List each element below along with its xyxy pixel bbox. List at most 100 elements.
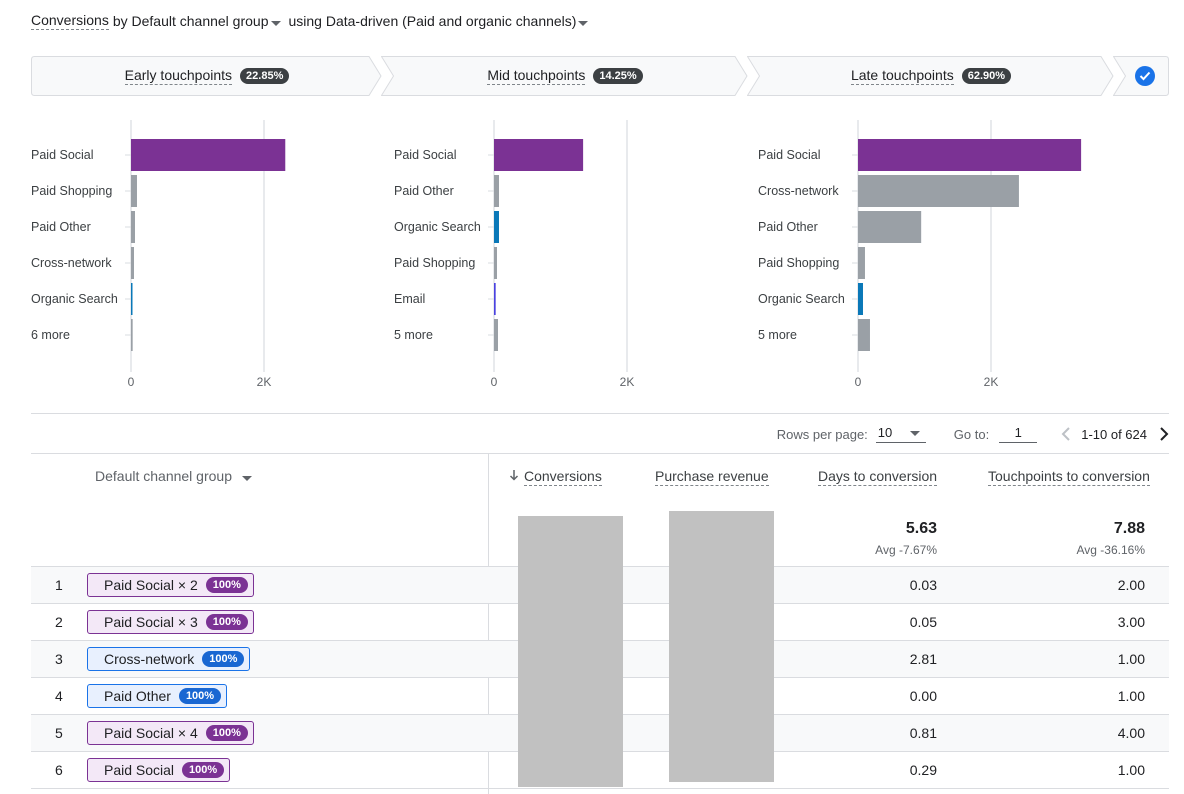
path-label: Paid Social	[104, 762, 175, 778]
category-label: 5 more	[394, 328, 433, 342]
bar-paid-other	[131, 211, 135, 243]
row-index: 1	[55, 577, 63, 593]
path-label: Cross-network	[104, 651, 195, 667]
x-tick-label: 2K	[620, 375, 635, 389]
path-chip[interactable]: Cross-network 100%	[87, 647, 251, 671]
days-cell: 0.81	[909, 725, 937, 741]
rows-per-page-select[interactable]: 10	[875, 425, 926, 443]
category-label: Paid Shopping	[758, 256, 839, 270]
sort-desc-icon	[509, 468, 519, 484]
path-chip[interactable]: Paid Social × 3 100%	[87, 610, 254, 634]
path-pct: 100%	[178, 688, 222, 704]
stage-mid-label: Mid touchpoints	[487, 67, 586, 85]
stage-early-pct: 22.85%	[240, 68, 290, 84]
category-label: Paid Shopping	[394, 256, 475, 270]
row-index: 3	[55, 651, 63, 667]
category-label: Email	[394, 292, 425, 306]
touchpoints-cell: 1.00	[1117, 762, 1145, 778]
category-label: Cross-network	[31, 256, 112, 270]
stage-late-pct: 62.90%	[961, 68, 1012, 84]
stage-mid[interactable]: Mid touchpoints 14.25%	[381, 56, 749, 96]
stage-early[interactable]: Early touchpoints 22.85%	[31, 56, 383, 96]
rows-per-page-label: Rows per page:	[776, 426, 868, 442]
stage-select-all[interactable]	[1113, 56, 1169, 96]
prev-page-icon[interactable]	[1061, 426, 1071, 442]
touchpoints-column-header[interactable]: Touchpoints to conversion	[988, 468, 1150, 486]
category-label: Paid Other	[31, 220, 91, 234]
path-pct: 100%	[202, 651, 245, 667]
row-index: 6	[55, 762, 63, 778]
dimension-header-label: Default channel group	[95, 468, 232, 484]
days-cell: 0.00	[909, 688, 937, 704]
days-cell: 0.05	[909, 614, 937, 630]
row-divider	[31, 788, 1169, 789]
bar-paid-other	[494, 175, 499, 207]
bar-5-more	[494, 319, 498, 351]
path-pct: 100%	[205, 725, 248, 741]
chart-mid-svg: 0 2K Paid Social Paid Other Organic Search Pa…	[394, 120, 635, 389]
path-chip[interactable]: Paid Other 100%	[87, 684, 228, 708]
bar-paid-social	[494, 139, 584, 171]
bar-6-more	[131, 319, 133, 351]
path-chip[interactable]: Paid Social 100%	[87, 758, 231, 782]
path-chip[interactable]: Paid Social × 4 100%	[87, 721, 254, 745]
bar-paid-shopping	[494, 247, 497, 279]
goto-input[interactable]: 1	[999, 425, 1038, 443]
row-index: 2	[55, 614, 63, 630]
path-label: Paid Social × 2	[104, 577, 198, 593]
bar-paid-shopping	[858, 247, 865, 279]
touchpoints-cell: 1.00	[1117, 651, 1145, 667]
days-column-header[interactable]: Days to conversion	[818, 468, 938, 486]
next-page-icon[interactable]	[1159, 426, 1169, 442]
page-range: 1-10 of 624	[1081, 426, 1147, 442]
path-pct: 100%	[182, 762, 225, 778]
row-index: 4	[55, 688, 63, 704]
chart-late-svg: 0 2K Paid Social Cross-network Paid Other Pai…	[758, 120, 1082, 389]
stage-mid-pct: 14.25%	[593, 68, 643, 84]
check-icon[interactable]	[1135, 66, 1155, 86]
days-avg: Avg -7.67%	[875, 543, 937, 557]
revenue-column-header[interactable]: Purchase revenue	[655, 468, 769, 486]
bar-paid-other	[858, 211, 922, 243]
bar-cross-network	[858, 175, 1019, 207]
x-tick-label: 2K	[984, 375, 999, 389]
touchpoints-avg: Avg -36.16%	[1076, 543, 1146, 557]
category-label: Organic Search	[758, 292, 845, 306]
path-chip[interactable]: Paid Social × 2 100%	[87, 573, 254, 597]
dimension-column-header[interactable]: Default channel group	[95, 468, 256, 484]
report-header: Conversions by Default channel group usi…	[31, 12, 592, 30]
category-label: 5 more	[758, 328, 797, 342]
touchpoints-cell: 2.00	[1117, 577, 1145, 593]
days-cell: 0.03	[909, 577, 937, 593]
category-label: Organic Search	[31, 292, 118, 306]
days-cell: 2.81	[909, 651, 937, 667]
model-selector[interactable]: using Data-driven (Paid and organic chan…	[289, 13, 593, 29]
metric-selector[interactable]: Conversions	[31, 12, 109, 30]
data-table: Default channel group Conversions Purcha…	[31, 454, 1169, 794]
touchpoints-cell: 4.00	[1117, 725, 1145, 741]
bar-organic-search	[494, 211, 499, 243]
category-label: Paid Social	[758, 148, 821, 162]
path-pct: 100%	[205, 577, 248, 593]
days-cell: 0.29	[909, 762, 937, 778]
dimension-selector[interactable]: by Default channel group	[113, 13, 285, 29]
touchpoints-cell: 1.00	[1117, 688, 1145, 704]
category-label: Paid Other	[394, 184, 454, 198]
bar-organic-search	[131, 283, 133, 315]
bar-paid-social	[858, 139, 1082, 171]
path-label: Paid Social × 3	[104, 614, 198, 630]
bar-organic-search	[858, 283, 863, 315]
path-label: Paid Social × 4	[104, 725, 198, 741]
chart-early-svg: 0 2K Paid Social Paid Shopping Paid Other Cro…	[31, 120, 286, 389]
dimension-label: by Default channel group	[112, 13, 269, 29]
conversions-column-header[interactable]: Conversions	[509, 468, 602, 486]
x-tick-label: 0	[491, 375, 498, 389]
bar-5-more	[858, 319, 870, 351]
stage-late[interactable]: Late touchpoints 62.90%	[747, 56, 1115, 96]
path-pct: 100%	[205, 614, 248, 630]
category-label: Paid Social	[394, 148, 457, 162]
days-total: 5.63	[905, 520, 937, 537]
category-label: Paid Social	[31, 148, 94, 162]
dimension-dropdown-icon	[242, 476, 252, 481]
category-label: Paid Other	[758, 220, 818, 234]
